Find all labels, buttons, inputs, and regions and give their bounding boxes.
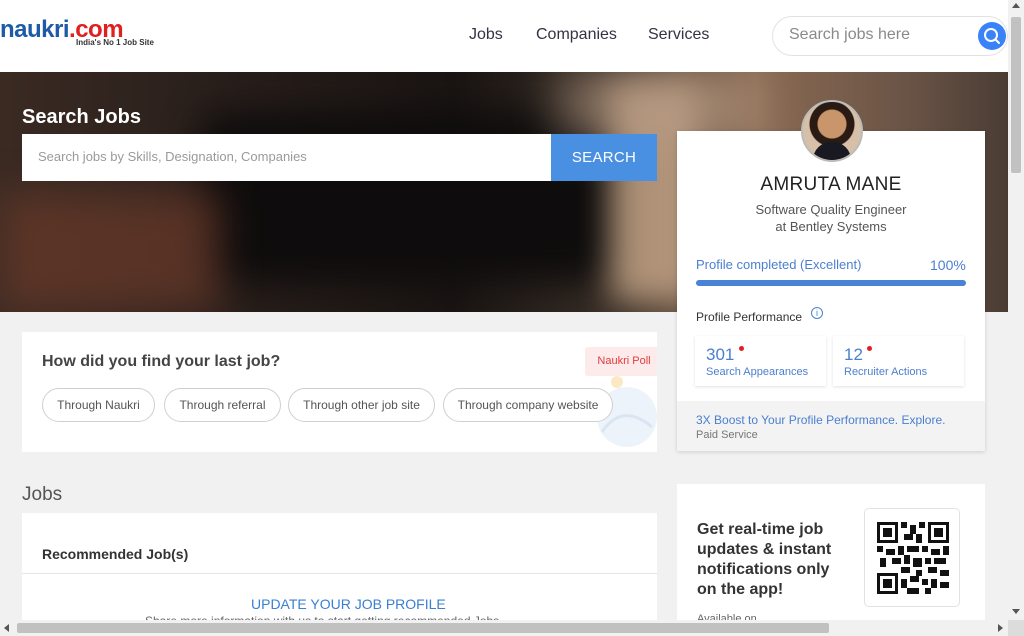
stat-search-appearances[interactable]: 301 Search Appearances [695, 336, 826, 386]
info-icon[interactable]: i [811, 307, 823, 319]
app-promo-card: Get real-time job updates & instant noti… [677, 484, 985, 636]
qr-code-icon [877, 522, 949, 594]
avatar[interactable] [801, 100, 863, 162]
poll-option-company-website[interactable]: Through company website [443, 388, 613, 422]
poll-question: How did you find your last job? [42, 353, 281, 370]
horizontal-scroll-thumb[interactable] [17, 623, 829, 633]
poll-option-naukri[interactable]: Through Naukri [42, 388, 155, 422]
scroll-up-icon[interactable] [1012, 3, 1020, 8]
app-promo-text: Get real-time job updates & instant noti… [697, 521, 832, 598]
top-navbar: naukri.com India's No 1 Job Site Jobs Co… [0, 0, 1008, 72]
boost-profile-link[interactable]: 3X Boost to Your Profile Performance. Ex… [696, 413, 945, 427]
stat-value: 12 [844, 345, 863, 364]
recommended-jobs-heading: Recommended Job(s) [42, 546, 189, 562]
stat-value: 301 [706, 345, 735, 364]
hero-title: Search Jobs [22, 106, 141, 128]
divider [22, 573, 657, 574]
notification-dot [739, 346, 744, 351]
naukri-logo[interactable]: naukri.com India's No 1 Job Site [0, 16, 160, 52]
top-search-input[interactable] [789, 26, 969, 44]
profile-completion-fill [696, 280, 966, 286]
profile-name[interactable]: AMRUTA MANE [677, 174, 985, 196]
poll-option-other-site[interactable]: Through other job site [288, 388, 435, 422]
poll-option-referral[interactable]: Through referral [164, 388, 281, 422]
search-button[interactable]: SEARCH [551, 134, 657, 181]
profile-completion-percent: 100% [930, 257, 966, 273]
profile-completion-label: Profile completed (Excellent) [696, 257, 862, 272]
naukri-poll-badge: Naukri Poll [585, 347, 657, 376]
notification-dot [867, 346, 872, 351]
profile-completion-bar [696, 280, 966, 286]
stat-recruiter-actions[interactable]: 12 Recruiter Actions [833, 336, 964, 386]
nav-jobs[interactable]: Jobs [469, 26, 503, 44]
vertical-scrollbar[interactable] [1008, 0, 1024, 620]
jobs-section-heading: Jobs [22, 484, 63, 505]
paid-service-label: Paid Service [696, 429, 758, 441]
profile-role: Software Quality Engineer [755, 202, 907, 217]
top-search-box [772, 16, 1008, 56]
qr-code [864, 508, 960, 607]
scroll-left-icon[interactable] [4, 624, 9, 632]
nav-services[interactable]: Services [648, 26, 709, 44]
top-search-button[interactable] [978, 22, 1006, 50]
scroll-down-icon[interactable] [1012, 609, 1020, 614]
profile-performance-label: Profile Performance [696, 310, 803, 324]
scrollbar-corner [1008, 620, 1024, 636]
hero-search-box [22, 134, 551, 181]
recommended-jobs-card: Recommended Job(s) UPDATE YOUR JOB PROFI… [22, 513, 657, 636]
horizontal-scrollbar[interactable] [0, 620, 1008, 636]
search-icon [984, 28, 1000, 44]
stat-label: Recruiter Actions [844, 366, 928, 378]
boost-banner: 3X Boost to Your Profile Performance. Ex… [677, 401, 985, 451]
profile-card: AMRUTA MANE Software Quality Engineer at… [677, 131, 985, 451]
stat-label: Search Appearances [706, 366, 809, 378]
vertical-scroll-thumb[interactable] [1011, 17, 1021, 173]
job-search-input[interactable] [38, 149, 538, 164]
profile-company: at Bentley Systems [775, 219, 887, 234]
poll-card: How did you find your last job? Naukri P… [22, 332, 657, 452]
nav-companies[interactable]: Companies [536, 26, 617, 44]
logo-tagline: India's No 1 Job Site [76, 38, 154, 47]
update-job-profile-link[interactable]: UPDATE YOUR JOB PROFILE [251, 596, 446, 612]
scroll-right-icon[interactable] [998, 624, 1003, 632]
